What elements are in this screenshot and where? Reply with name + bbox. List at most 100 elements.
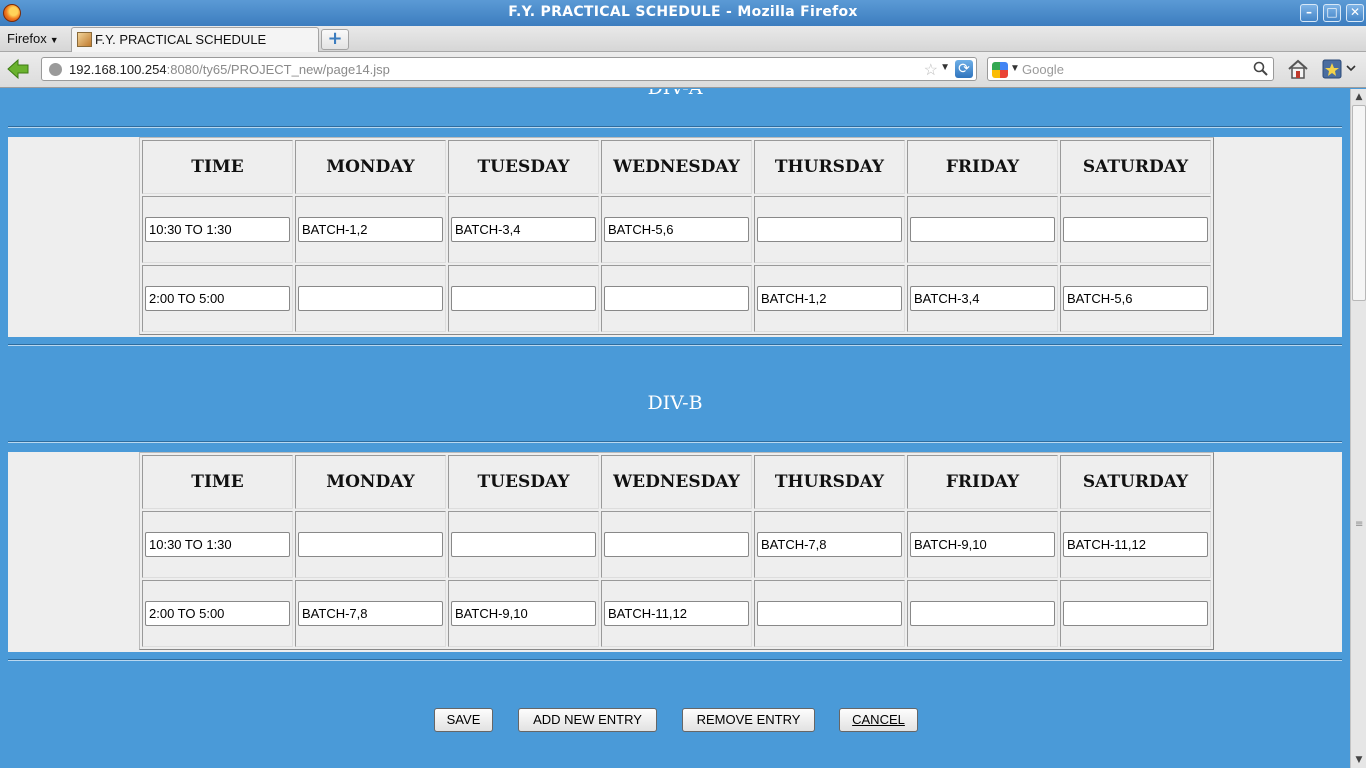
window-titlebar: F.Y. PRACTICAL SCHEDULE - Mozilla Firefo… (0, 0, 1366, 26)
divider (8, 659, 1342, 661)
url-host: 192.168.100.254 (69, 62, 167, 77)
header-wednesday: WEDNESDAY (601, 455, 752, 509)
table-cell (601, 265, 752, 332)
vertical-scrollbar[interactable]: ▲ ≡ ▼ (1350, 89, 1366, 768)
div-a-schedule-table: TIME MONDAY TUESDAY WEDNESDAY THURSDAY F… (139, 137, 1214, 335)
close-button[interactable]: ✕ (1346, 4, 1364, 22)
div-b-band: TIME MONDAY TUESDAY WEDNESDAY THURSDAY F… (8, 452, 1342, 652)
magnifier-icon[interactable] (1253, 61, 1268, 76)
table-cell (448, 580, 599, 647)
new-tab-button[interactable]: + (321, 29, 349, 50)
site-identity-icon[interactable] (49, 63, 62, 76)
saturday-batch-input[interactable] (1063, 601, 1208, 626)
url-text[interactable]: 192.168.100.254:8080/ty65/PROJECT_new/pa… (69, 62, 390, 77)
friday-batch-input[interactable] (910, 601, 1055, 626)
divider (8, 126, 1342, 128)
remove-entry-button[interactable]: REMOVE ENTRY (682, 708, 815, 732)
monday-batch-input[interactable] (298, 286, 443, 311)
header-monday: MONDAY (295, 140, 446, 194)
wednesday-batch-input[interactable] (604, 217, 749, 242)
div-b-heading: DIV-B (647, 392, 703, 414)
search-bar[interactable]: ▼ (987, 57, 1274, 81)
divider (8, 344, 1342, 346)
bookmark-star-icon[interactable]: ☆ (924, 60, 938, 80)
table-cell (754, 511, 905, 578)
home-icon[interactable] (1286, 58, 1310, 80)
thursday-batch-input[interactable] (757, 601, 902, 626)
minimize-button[interactable]: – (1300, 4, 1318, 22)
table-header-row: TIME MONDAY TUESDAY WEDNESDAY THURSDAY F… (142, 455, 1211, 509)
monday-batch-input[interactable] (298, 601, 443, 626)
table-cell (754, 580, 905, 647)
chevron-down-icon: ▼ (49, 35, 59, 45)
wednesday-batch-input[interactable] (604, 601, 749, 626)
url-bar[interactable]: 192.168.100.254:8080/ty65/PROJECT_new/pa… (41, 57, 977, 81)
search-engine-icon[interactable] (992, 62, 1008, 78)
tuesday-batch-input[interactable] (451, 532, 596, 557)
thursday-batch-input[interactable] (757, 532, 902, 557)
add-new-entry-button[interactable]: ADD NEW ENTRY (518, 708, 657, 732)
table-cell (295, 511, 446, 578)
saturday-batch-input[interactable] (1063, 217, 1208, 242)
thursday-batch-input[interactable] (757, 286, 902, 311)
header-friday: FRIDAY (907, 455, 1058, 509)
cancel-button[interactable]: CANCEL (839, 708, 918, 732)
table-header-row: TIME MONDAY TUESDAY WEDNESDAY THURSDAY F… (142, 140, 1211, 194)
table-cell (601, 580, 752, 647)
thursday-batch-input[interactable] (757, 217, 902, 242)
table-cell (907, 580, 1058, 647)
tab-bar: Firefox ▼ F.Y. PRACTICAL SCHEDULE + (0, 26, 1366, 52)
tuesday-batch-input[interactable] (451, 286, 596, 311)
scroll-up-icon[interactable]: ▲ (1352, 90, 1366, 104)
table-cell (142, 196, 293, 263)
search-input[interactable] (1022, 60, 1242, 78)
table-cell (1060, 580, 1211, 647)
header-monday: MONDAY (295, 455, 446, 509)
wednesday-batch-input[interactable] (604, 532, 749, 557)
scrollbar-thumb[interactable] (1352, 105, 1366, 301)
chevron-down-icon[interactable]: ▼ (1010, 63, 1020, 74)
maximize-button[interactable]: □ (1323, 4, 1341, 22)
table-cell (907, 511, 1058, 578)
saturday-batch-input[interactable] (1063, 286, 1208, 311)
header-thursday: THURSDAY (754, 140, 905, 194)
tuesday-batch-input[interactable] (451, 601, 596, 626)
reload-icon[interactable]: ⟳ (955, 60, 973, 78)
table-cell (1060, 196, 1211, 263)
time-slot-input[interactable] (145, 532, 290, 557)
wednesday-batch-input[interactable] (604, 286, 749, 311)
table-cell (907, 196, 1058, 263)
time-slot-input[interactable] (145, 217, 290, 242)
firefox-menu-label: Firefox (7, 31, 47, 46)
table-cell (142, 511, 293, 578)
table-cell (295, 265, 446, 332)
back-arrow-icon (7, 58, 29, 80)
monday-batch-input[interactable] (298, 532, 443, 557)
time-slot-input[interactable] (145, 601, 290, 626)
bookmarks-menu-icon[interactable] (1321, 58, 1359, 80)
friday-batch-input[interactable] (910, 532, 1055, 557)
cancel-button-label: CANCEL (852, 712, 905, 727)
friday-batch-input[interactable] (910, 286, 1055, 311)
table-cell (295, 196, 446, 263)
table-cell (754, 196, 905, 263)
firefox-menu-button[interactable]: Firefox ▼ (7, 31, 59, 46)
table-cell (601, 196, 752, 263)
tab-schedule[interactable]: F.Y. PRACTICAL SCHEDULE (71, 27, 319, 52)
time-slot-input[interactable] (145, 286, 290, 311)
page-content: DIV-A TIME MONDAY TUESDAY WEDNESDAY THUR… (0, 89, 1350, 768)
back-button[interactable] (6, 58, 30, 80)
table-row (142, 511, 1211, 578)
saturday-batch-input[interactable] (1063, 532, 1208, 557)
header-time: TIME (142, 140, 293, 194)
monday-batch-input[interactable] (298, 217, 443, 242)
save-button[interactable]: SAVE (434, 708, 493, 732)
friday-batch-input[interactable] (910, 217, 1055, 242)
scroll-down-icon[interactable]: ▼ (1352, 753, 1366, 767)
tuesday-batch-input[interactable] (451, 217, 596, 242)
header-wednesday: WEDNESDAY (601, 140, 752, 194)
page-favicon-icon (77, 32, 92, 47)
history-dropdown-icon[interactable]: ▼ (940, 62, 950, 73)
header-tuesday: TUESDAY (448, 140, 599, 194)
table-cell (1060, 511, 1211, 578)
